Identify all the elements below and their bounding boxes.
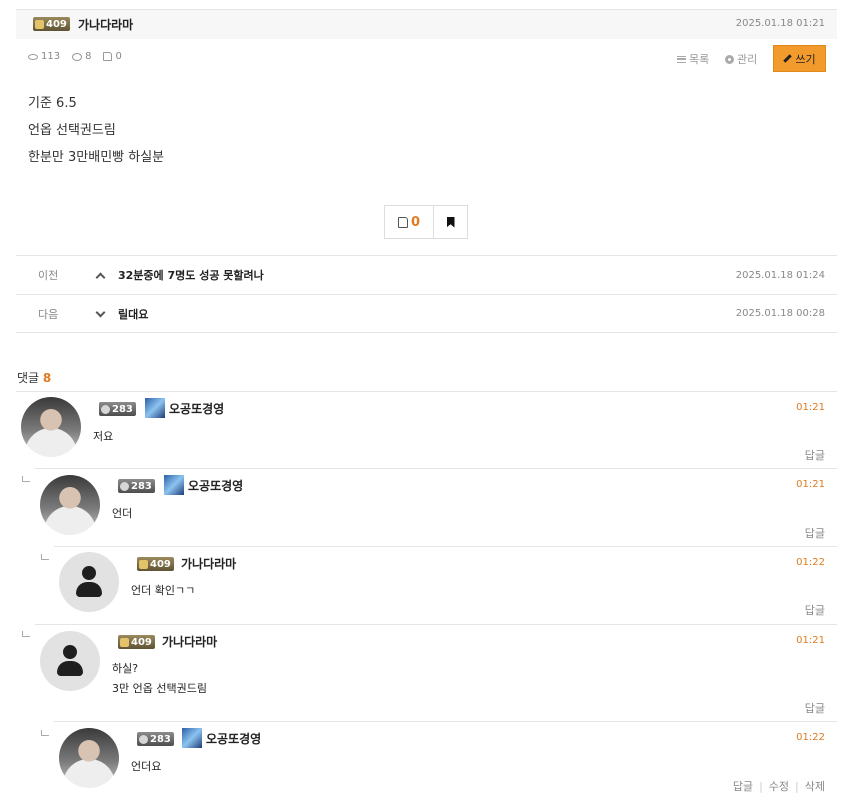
comment-text: 3만 언옵 선택권드림 [112, 682, 207, 695]
post-body-line: 한분만 3만배민빵 하실분 [28, 150, 165, 165]
avatar[interactable] [59, 728, 119, 788]
list-button[interactable]: 목록 [677, 51, 709, 67]
level-gem-icon [120, 637, 129, 647]
comment-text: 언더 확인ㄱㄱ [131, 584, 196, 597]
comment-author-name[interactable]: 오공또경영 [169, 400, 224, 417]
comment-text: 언더요 [131, 760, 162, 773]
comment-count: 8 [72, 51, 91, 62]
comments-header: 댓글 8 [17, 371, 52, 385]
comment-item: 409 가나다라마 01:21 하실? 3만 언옵 선택권드림 답글 [35, 624, 837, 721]
vote-box: 0 [384, 205, 468, 239]
avatar[interactable] [21, 397, 81, 457]
reply-button[interactable]: 답글 [805, 602, 825, 618]
level-badge: 409 [118, 635, 155, 649]
comment-item: 283 오공또경영 01:21 저요 답글 [16, 391, 837, 468]
prev-post-link[interactable]: 이전 32분중에 7명도 성공 못할려나 2025.01.18 01:24 [16, 255, 837, 294]
level-badge: 409 [33, 17, 70, 31]
comment-time: 01:21 [796, 479, 825, 490]
level-badge: 283 [137, 732, 174, 746]
prev-post-title[interactable]: 32분중에 7명도 성공 못할려나 [118, 267, 736, 283]
chevron-down-icon [95, 307, 106, 317]
manage-button[interactable]: 관리 [725, 51, 757, 67]
level-gem-icon [139, 734, 148, 744]
avatar[interactable] [40, 475, 100, 535]
like-count: 0 [103, 51, 122, 62]
comment-time: 01:22 [796, 732, 825, 743]
avatar[interactable] [40, 631, 100, 691]
view-count: 113 [28, 51, 60, 62]
comment-item: 283 오공또경영 01:22 언더요 답글 | 수정 | 삭제 [54, 721, 837, 798]
rank-badge-icon [164, 475, 184, 495]
next-post-date: 2025.01.18 00:28 [735, 308, 825, 319]
level-gem-icon [35, 19, 44, 29]
reply-button[interactable]: 답글 [805, 700, 825, 716]
comments-count: 8 [42, 371, 52, 385]
thumbs-up-icon [397, 216, 408, 228]
reply-arrow-icon [22, 631, 30, 637]
write-button[interactable]: 쓰기 [773, 45, 826, 72]
reply-arrow-icon [22, 476, 30, 482]
comment-icon [72, 52, 83, 61]
comment-text: 저요 [93, 430, 114, 443]
comment-author-name[interactable]: 오공또경영 [188, 477, 243, 494]
prev-label: 이전 [38, 269, 59, 282]
avatar[interactable] [59, 552, 119, 612]
pencil-icon [783, 54, 793, 63]
level-gem-icon [120, 481, 129, 491]
comment-author-name[interactable]: 가나다라마 [162, 633, 217, 650]
comment-item: 283 오공또경영 01:21 언더 답글 [35, 468, 837, 546]
next-post-link[interactable]: 다음 릴대요 2025.01.18 00:28 [16, 294, 837, 333]
reply-button[interactable]: 답글 [805, 447, 825, 463]
comment-author-name[interactable]: 오공또경영 [206, 730, 261, 747]
reply-button[interactable]: 답글 [733, 780, 753, 793]
level-gem-icon [101, 404, 110, 414]
comment-text: 언더 [112, 507, 133, 520]
thumbs-up-icon [103, 52, 113, 61]
comment-actions: 답글 | 수정 | 삭제 [733, 778, 825, 794]
bookmark-button[interactable] [434, 206, 467, 238]
comment-time: 01:21 [796, 635, 825, 646]
comment-item: 409 가나다라마 01:22 언더 확인ㄱㄱ 답글 [54, 546, 837, 624]
like-count: 0 [410, 214, 421, 230]
reply-arrow-icon [41, 554, 49, 560]
next-label: 다음 [38, 307, 59, 321]
bookmark-icon [446, 216, 455, 228]
rank-badge-icon [145, 398, 165, 418]
reply-button[interactable]: 답글 [805, 525, 825, 541]
post-body-line: 언옵 선택권드림 [28, 123, 116, 138]
post-stats: 113 8 0 [28, 51, 122, 62]
chevron-up-icon [95, 272, 106, 282]
divider: | [759, 780, 763, 793]
level-badge: 283 [99, 402, 136, 416]
divider: | [795, 780, 799, 793]
prev-post-date: 2025.01.18 01:24 [735, 269, 825, 281]
gear-icon [725, 54, 734, 64]
level-badge: 409 [137, 557, 174, 571]
post-header: 409 가나다라마 2025.01.18 01:21 [16, 9, 837, 39]
delete-button[interactable]: 삭제 [805, 780, 825, 793]
rank-badge-icon [182, 728, 202, 748]
edit-button[interactable]: 수정 [769, 780, 789, 793]
reply-arrow-icon [41, 730, 49, 736]
like-button[interactable]: 0 [385, 206, 434, 238]
comment-time: 01:22 [796, 557, 825, 568]
comment-time: 01:21 [796, 402, 825, 413]
list-icon [677, 55, 686, 63]
next-post-title[interactable]: 릴대요 [118, 306, 736, 322]
post-author-name[interactable]: 가나다라마 [78, 16, 133, 33]
eye-icon [28, 53, 38, 60]
comment-author-name[interactable]: 가나다라마 [181, 555, 236, 572]
post-date: 2025.01.18 01:21 [735, 18, 825, 29]
level-gem-icon [139, 559, 148, 569]
comment-text: 하실? [112, 662, 139, 675]
post-body-line: 기준 6.5 [28, 96, 77, 111]
level-badge: 283 [118, 479, 155, 493]
